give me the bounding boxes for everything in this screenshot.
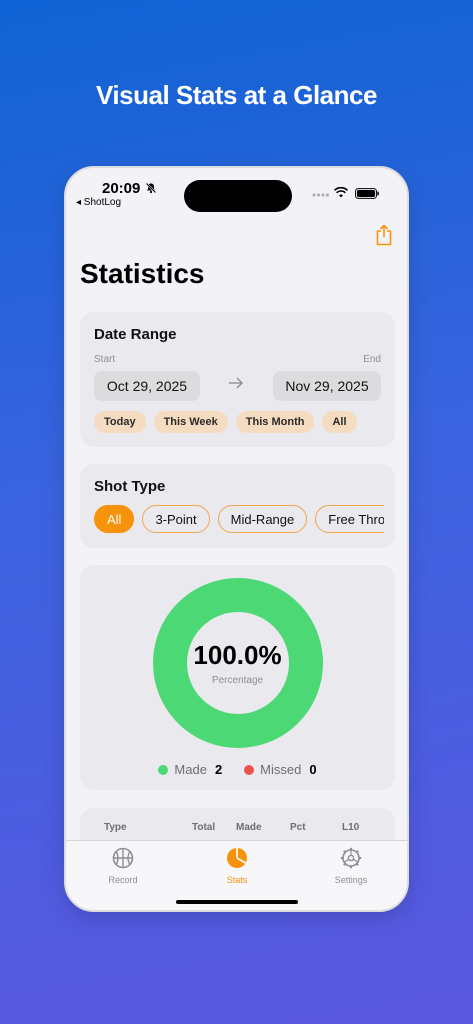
quick-range-row: Today This Week This Month All: [94, 411, 357, 433]
legend-missed-label: Missed: [260, 762, 302, 777]
tab-settings[interactable]: Settings: [311, 847, 391, 885]
header-made: Made: [236, 822, 262, 833]
shot-type-3-point[interactable]: 3-Point: [142, 505, 210, 533]
quick-range-this-week[interactable]: This Week: [153, 411, 228, 433]
headline: Visual Stats at a Glance: [96, 80, 377, 110]
battery-icon: [355, 188, 379, 199]
basketball-icon: [112, 847, 134, 869]
quick-range-today[interactable]: Today: [94, 411, 146, 433]
made-dot: [158, 764, 169, 775]
shot-type-mid-range[interactable]: Mid-Range: [217, 505, 308, 533]
header-l10: L10: [342, 822, 360, 833]
status-time: 20:09: [102, 180, 141, 197]
back-to-app-link[interactable]: ◂ ShotLog: [76, 197, 121, 208]
pie-chart-icon: [227, 848, 247, 868]
bell-slash-icon: [145, 182, 157, 194]
end-date-picker[interactable]: Nov 29, 2025: [273, 371, 381, 401]
date-range-title: Date Range: [94, 326, 177, 343]
tab-stats[interactable]: Stats: [197, 847, 277, 885]
header-pct: Pct: [290, 822, 306, 833]
start-label: Start: [94, 354, 116, 365]
page-title: Statistics: [80, 258, 205, 289]
legend-made-label: Made: [174, 762, 207, 777]
phone-frame: 20:09 ◂ ShotLog Statistics Date Range St…: [64, 166, 409, 912]
shot-type-free-throw[interactable]: Free Throw: [315, 505, 384, 533]
tab-settings-label: Settings: [334, 875, 368, 885]
share-icon[interactable]: [374, 224, 394, 246]
end-label: End: [363, 354, 381, 365]
chart-legend: Made 2 Missed 0: [80, 762, 395, 777]
missed-dot: [244, 764, 255, 775]
quick-range-all[interactable]: All: [322, 411, 357, 433]
dynamic-island: [184, 180, 292, 212]
cellular-signal-icon: [312, 193, 330, 197]
date-range-card: Date Range Start End Oct 29, 2025 Nov 29…: [80, 312, 395, 447]
wifi-icon: [334, 187, 348, 198]
start-date-picker[interactable]: Oct 29, 2025: [94, 371, 200, 401]
tab-record-label: Record: [108, 875, 138, 885]
status-bar: 20:09 ◂ ShotLog: [66, 168, 407, 216]
shooting-chart-card: 100.0% Percentage Made 2 Missed 0: [80, 565, 395, 790]
percentage-label: Percentage: [211, 675, 264, 686]
header-total: Total: [192, 822, 216, 833]
legend-made: Made 2: [158, 762, 222, 777]
gear-icon: [340, 847, 362, 869]
legend-missed-value: 0: [309, 762, 317, 777]
quick-range-this-month[interactable]: This Month: [235, 411, 315, 433]
home-indicator: [176, 900, 298, 904]
header-type: Type: [104, 822, 127, 833]
shot-type-card: Shot Type All 3-Point Mid-Range Free Thr…: [80, 464, 395, 548]
legend-missed: Missed 0: [244, 762, 317, 777]
tab-stats-label: Stats: [226, 875, 248, 885]
shot-type-all[interactable]: All: [94, 505, 135, 533]
shot-type-scroller[interactable]: All 3-Point Mid-Range Free Throw: [94, 505, 384, 535]
arrow-right-icon: [229, 377, 243, 389]
legend-made-value: 2: [214, 762, 223, 777]
percentage-value: 100.0%: [193, 640, 282, 670]
shot-type-title: Shot Type: [94, 478, 166, 495]
tab-record[interactable]: Record: [83, 847, 163, 885]
